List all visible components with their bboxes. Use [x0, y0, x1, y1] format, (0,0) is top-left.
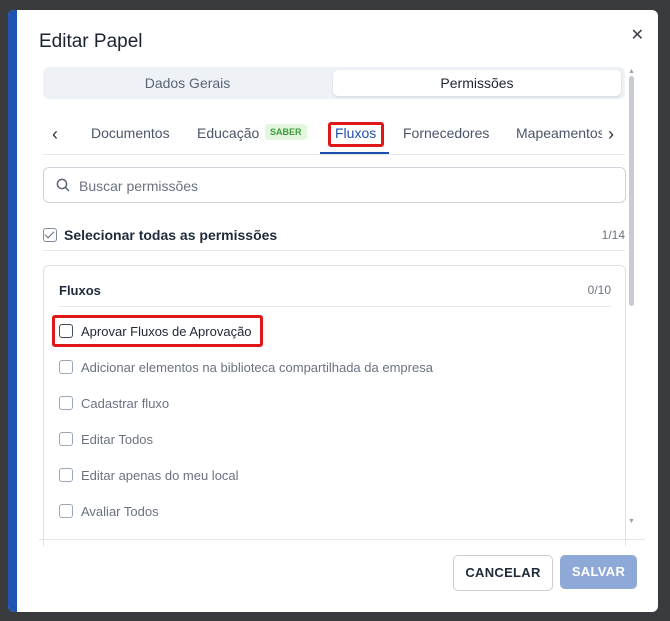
- select-all-count: 1/14: [601, 228, 625, 242]
- highlight-annotation-permission: [52, 315, 263, 347]
- chevron-left-icon[interactable]: ‹: [52, 124, 58, 145]
- search-icon: [56, 178, 70, 192]
- permission-item[interactable]: Avaliar Todos: [59, 502, 609, 524]
- segmented-control: Dados Gerais Permissões: [43, 67, 625, 99]
- chevron-right-icon[interactable]: ›: [608, 124, 614, 145]
- tab-mapeamentos[interactable]: Mapeamentos: [516, 125, 602, 141]
- group-title: Fluxos: [59, 283, 101, 298]
- highlight-annotation-tab: [328, 122, 384, 147]
- permission-checkbox[interactable]: [59, 396, 73, 410]
- save-button[interactable]: SALVAR: [560, 555, 637, 589]
- permission-group-fluxos: Fluxos 0/10 Aprovar Fluxos de Aprovação …: [43, 265, 626, 546]
- content-scrollbar[interactable]: ▲ ▼: [628, 68, 635, 530]
- dialog-accent-bar: [8, 10, 17, 612]
- edit-role-dialog: Editar Papel ✕ Dados Gerais Permissões ‹…: [8, 10, 658, 612]
- tab-documentos[interactable]: Documentos: [91, 125, 170, 141]
- active-tab-indicator: [320, 152, 389, 154]
- footer-divider: [39, 539, 645, 540]
- saber-badge: SABER: [265, 124, 307, 140]
- permission-label: Adicionar elementos na biblioteca compar…: [81, 360, 433, 375]
- scroll-up-icon[interactable]: ▲: [628, 68, 635, 75]
- permission-checkbox[interactable]: [59, 360, 73, 374]
- dialog-title: Editar Papel: [39, 31, 143, 52]
- permission-checkbox[interactable]: [59, 432, 73, 446]
- permission-label: Editar apenas do meu local: [81, 468, 239, 483]
- permission-item[interactable]: Adicionar elementos na biblioteca compar…: [59, 358, 609, 380]
- permission-item[interactable]: Editar apenas do meu local: [59, 466, 609, 488]
- select-all-checkbox[interactable]: [43, 228, 57, 242]
- permission-label: Cadastrar fluxo: [81, 396, 170, 411]
- search-input[interactable]: [77, 168, 611, 204]
- permission-checkbox[interactable]: [59, 504, 73, 518]
- permission-item[interactable]: Cadastrar fluxo: [59, 394, 609, 416]
- select-all-row[interactable]: Selecionar todas as permissões 1/14: [43, 224, 625, 251]
- scroll-thumb[interactable]: [629, 76, 634, 306]
- permission-label: Editar Todos: [81, 432, 154, 447]
- search-field[interactable]: [43, 167, 626, 204]
- permission-label: Avaliar Todos: [81, 504, 159, 519]
- tab-educacao[interactable]: Educação: [197, 125, 259, 141]
- close-icon[interactable]: ✕: [631, 25, 644, 45]
- permission-checkbox[interactable]: [59, 468, 73, 482]
- select-all-label: Selecionar todas as permissões: [64, 227, 278, 243]
- segment-permissions[interactable]: Permissões: [333, 70, 621, 96]
- group-count: 0/10: [587, 283, 611, 297]
- scroll-down-icon[interactable]: ▼: [628, 518, 635, 525]
- cancel-button[interactable]: CANCELAR: [453, 555, 553, 591]
- group-divider: [59, 306, 611, 307]
- permission-category-tabs: ‹ Documentos Educação SABER Fluxos Forne…: [43, 116, 625, 155]
- tab-fornecedores[interactable]: Fornecedores: [403, 125, 489, 141]
- segment-general-data[interactable]: Dados Gerais: [46, 70, 329, 96]
- permission-item[interactable]: Editar Todos: [59, 430, 609, 452]
